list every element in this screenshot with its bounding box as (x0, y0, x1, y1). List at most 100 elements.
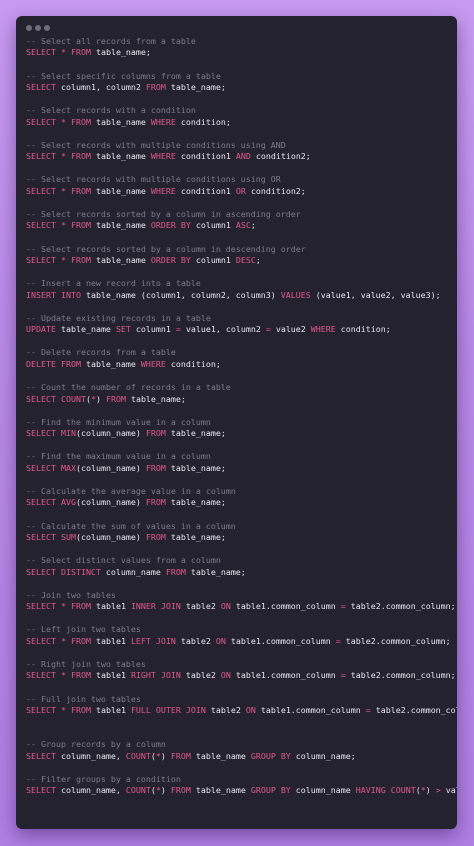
sql-keyword: AND (235, 151, 251, 162)
code-snippet: -- Find the maximum value in a column SEL… (26, 451, 451, 474)
sql-keyword: ON (220, 601, 231, 612)
sql-statement: SELECT column_name, COUNT(*) FROM table_… (26, 785, 457, 796)
sql-keyword: WHERE (150, 185, 176, 196)
sql-text: table_name; (125, 393, 186, 404)
sql-comment: -- Left join two tables (26, 624, 141, 635)
sql-text: table2.common_column; (345, 601, 456, 612)
sql-keyword: FROM (70, 116, 91, 127)
sql-text: table_name (80, 358, 141, 369)
minimize-window-dot-icon[interactable] (35, 25, 41, 31)
sql-text: condition; (335, 324, 391, 335)
code-snippet: -- Left join two tables SELECT * FROM tab… (26, 624, 451, 647)
sql-text: table2.common_column; (345, 670, 456, 681)
sql-text: value; (445, 785, 457, 796)
sql-comment: -- Select records with multiple conditio… (26, 174, 281, 185)
sql-keyword: SELECT (26, 428, 56, 439)
sql-text: table2 (180, 670, 221, 681)
sql-comment: -- Find the minimum value in a column (26, 416, 211, 427)
code-snippet: -- Select records sorted by a column in … (26, 209, 451, 232)
sql-text: table_name (190, 785, 251, 796)
sql-text: column_name, (55, 785, 126, 796)
sql-text: table_name; (165, 428, 226, 439)
sql-text: column1 (190, 220, 236, 231)
sql-text: column_name, (55, 750, 126, 761)
sql-keyword: GROUP BY (250, 785, 291, 796)
sql-keyword: FROM (70, 704, 91, 715)
sql-keyword: UPDATE (26, 324, 56, 335)
sql-statement: UPDATE table_name SET column1 = value1, … (26, 324, 451, 335)
sql-text: (column_name) (75, 462, 146, 473)
sql-keyword: COUNT (125, 785, 151, 796)
sql-keyword: WHERE (150, 151, 176, 162)
sql-text: condition2; (250, 151, 311, 162)
sql-text: condition1 (175, 151, 236, 162)
sql-text: table_name; (165, 462, 226, 473)
sql-keyword: COUNT (125, 750, 151, 761)
sql-keyword: WHERE (140, 358, 166, 369)
sql-statement: SELECT * FROM table_name ORDER BY column… (26, 220, 451, 231)
sql-keyword: COUNT (390, 785, 416, 796)
code-snippet: -- Select records with multiple conditio… (26, 174, 451, 197)
sql-text: column_name (100, 566, 166, 577)
sql-comment: -- Right join two tables (26, 658, 146, 669)
sql-text: table1 (90, 601, 131, 612)
sql-comment: -- Select records sorted by a column in … (26, 243, 306, 254)
sql-text: column1 (190, 255, 236, 266)
code-snippet: -- Count the number of records in a tabl… (26, 382, 451, 405)
sql-statement: SELECT MAX(column_name) FROM table_name; (26, 463, 451, 474)
sql-text: table2 (180, 601, 221, 612)
sql-text: table_name (90, 220, 151, 231)
code-snippet: -- Select all records from a table SELECT… (26, 36, 451, 59)
sql-statement: SELECT * FROM table1 FULL OUTER JOIN tab… (26, 704, 457, 716)
sql-keyword: HAVING (355, 785, 386, 796)
sql-keyword: MAX (60, 462, 76, 473)
sql-text: table_name (190, 750, 251, 761)
sql-text: ) (160, 785, 171, 796)
sql-comment: -- Select records with a condition (26, 105, 196, 116)
code-snippet: -- Find the minimum value in a column SEL… (26, 417, 451, 440)
sql-keyword: FROM (70, 47, 91, 58)
sql-text: ; (255, 255, 261, 266)
code-editor-window: -- Select all records from a table SELECT… (16, 16, 457, 829)
sql-text: (column_name) (75, 428, 146, 439)
sql-statement: SELECT DISTINCT column_name FROM table_n… (26, 567, 451, 578)
sql-comment: -- Select all records from a table (26, 36, 196, 46)
sql-text: table2.common_column; (340, 635, 451, 646)
sql-comment: -- Select specific columns from a table (26, 70, 221, 81)
sql-keyword: SUM (60, 531, 76, 542)
sql-keyword: COUNT (60, 393, 86, 404)
sql-keyword: ORDER BY (150, 255, 191, 266)
sql-keyword: SELECT (26, 462, 56, 473)
sql-keyword: SELECT (26, 393, 56, 404)
sql-statement: SELECT * FROM table1 LEFT JOIN table2 ON… (26, 636, 451, 647)
sql-text: condition1 (175, 185, 236, 196)
sql-keyword: DELETE FROM (26, 358, 81, 369)
sql-keyword: SELECT (26, 785, 56, 796)
code-snippet: -- Select records with a condition SELECT… (26, 105, 451, 128)
maximize-window-dot-icon[interactable] (44, 25, 50, 31)
sql-code-area[interactable]: -- Select all records from a table SELECT… (26, 36, 457, 809)
sql-keyword: INSERT INTO (26, 289, 81, 300)
sql-text: table_name; (165, 82, 226, 93)
sql-text: (column_name) (75, 497, 146, 508)
sql-keyword: FULL OUTER JOIN (130, 704, 206, 715)
sql-text: condition; (175, 116, 231, 127)
sql-comment: -- Calculate the average value in a colu… (26, 485, 236, 496)
code-snippet: -- Delete records from a table DELETE FRO… (26, 347, 451, 370)
sql-text: table1.common_column (230, 601, 341, 612)
sql-comment: -- Update existing records in a table (26, 312, 211, 323)
code-snippet: -- Calculate the average value in a colu… (26, 486, 451, 509)
sql-statement: SELECT * FROM table_name WHERE condition… (26, 117, 451, 128)
code-snippet: -- Select records sorted by a column in … (26, 244, 451, 267)
sql-keyword: ON (245, 704, 256, 715)
sql-comment: -- Delete records from a table (26, 347, 176, 358)
sql-keyword: SELECT (26, 750, 56, 761)
sql-statement: SELECT * FROM table_name WHERE condition… (26, 151, 451, 162)
close-window-dot-icon[interactable] (26, 25, 32, 31)
sql-text: column1 (130, 324, 176, 335)
sql-keyword: DESC (235, 255, 256, 266)
sql-keyword: SELECT (26, 220, 56, 231)
sql-text: table_name (90, 255, 151, 266)
sql-text: table1.common_column (230, 670, 341, 681)
sql-text: ) (425, 785, 436, 796)
